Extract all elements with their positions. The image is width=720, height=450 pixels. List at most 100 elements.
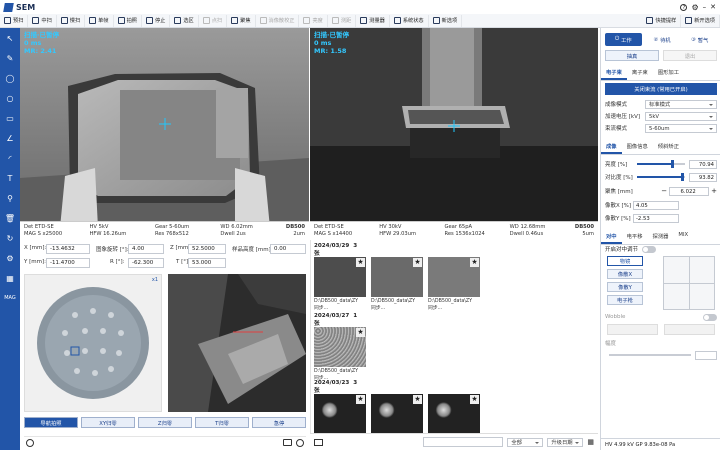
center-toggle[interactable] bbox=[642, 245, 657, 253]
mail-icon[interactable] bbox=[314, 438, 323, 446]
mode-button-2[interactable]: ③ 暂气 bbox=[682, 33, 718, 46]
t-field[interactable]: 53.000 bbox=[188, 258, 226, 268]
pointer-icon[interactable]: ↖ bbox=[0, 28, 20, 48]
alignment-pad[interactable] bbox=[663, 256, 715, 310]
gallery-thumbnail[interactable]: ★ bbox=[371, 257, 423, 297]
target-icon[interactable] bbox=[296, 438, 304, 447]
toolbar-button-8[interactable]: 聚焦 bbox=[227, 14, 256, 27]
tab-tabs3-3[interactable]: MIX bbox=[673, 230, 693, 244]
focus-minus-icon[interactable]: − bbox=[661, 187, 667, 195]
gallery-search[interactable] bbox=[423, 437, 504, 447]
favorite-star-icon[interactable]: ★ bbox=[470, 395, 479, 404]
tab-tabs2-1[interactable]: 图像信息 bbox=[622, 140, 653, 154]
favorite-star-icon[interactable]: ★ bbox=[356, 328, 365, 337]
favorite-star-icon[interactable]: ★ bbox=[413, 395, 422, 404]
stage-button-4[interactable]: 急停 bbox=[252, 417, 306, 428]
stigx-value[interactable]: 4.05 bbox=[633, 200, 679, 210]
stage-button-1[interactable]: XY归零 bbox=[81, 417, 135, 428]
tab-tabs3-1[interactable]: 电平移 bbox=[622, 230, 648, 244]
brightness-value[interactable]: 70.94 bbox=[689, 159, 717, 169]
area-icon[interactable]: ▭ bbox=[0, 108, 20, 128]
sem-viewer-1[interactable]: 扫描·已暂停 0 ms MR: 2.41 bbox=[20, 28, 309, 221]
gallery-thumbnail[interactable]: ★ bbox=[428, 257, 480, 297]
brightness-slider[interactable] bbox=[637, 160, 685, 168]
exit-button[interactable]: 退出 bbox=[663, 50, 717, 61]
toolbar-button-0[interactable]: 预扫 bbox=[0, 14, 29, 27]
stigy-value[interactable]: -2.53 bbox=[633, 213, 679, 223]
arc-icon[interactable]: ◜ bbox=[0, 148, 20, 168]
wobble-btn-1[interactable] bbox=[607, 324, 658, 335]
setting-select[interactable]: 5-60um bbox=[645, 123, 717, 133]
grid-icon[interactable]: ▦ bbox=[0, 268, 20, 288]
favorite-star-icon[interactable]: ★ bbox=[470, 258, 479, 267]
tab-tabs2-0[interactable]: 成像 bbox=[601, 140, 622, 154]
stage-button-2[interactable]: Z归零 bbox=[138, 417, 192, 428]
stage-button-3[interactable]: T归零 bbox=[195, 417, 249, 428]
toolbar-button-1[interactable]: 中扫 bbox=[28, 14, 57, 27]
toolbar-button-9[interactable]: 消像散校正 bbox=[256, 14, 300, 27]
gallery-thumbnail[interactable]: ★ bbox=[314, 394, 366, 434]
toolbar-right-button-1[interactable]: 新开选项 bbox=[681, 14, 720, 27]
favorite-star-icon[interactable]: ★ bbox=[413, 258, 422, 267]
close-icon[interactable]: ✕ bbox=[710, 3, 716, 11]
toolbar-button-6[interactable]: 选区 bbox=[170, 14, 199, 27]
toolbar-button-14[interactable]: 新选项 bbox=[429, 14, 463, 27]
gallery-thumbnail[interactable]: ★ bbox=[371, 394, 423, 434]
favorite-star-icon[interactable]: ★ bbox=[356, 258, 365, 267]
wobble-btn-2[interactable] bbox=[664, 324, 715, 335]
z-field[interactable]: 52.5000 bbox=[188, 244, 226, 254]
tilt-field[interactable]: 0.00 bbox=[270, 244, 306, 254]
stage-button-0[interactable]: 导航拍照 bbox=[24, 417, 78, 428]
settings-icon[interactable]: ⚙ bbox=[691, 3, 698, 12]
ellipse-icon[interactable]: ◯ bbox=[0, 68, 20, 88]
tab-tabs1-2[interactable]: 图形加工 bbox=[653, 66, 684, 80]
pump-button[interactable]: 抽真 bbox=[605, 50, 659, 61]
beam-toggle-button[interactable]: 关闭束流 (常用已开启) bbox=[605, 83, 717, 95]
toolbar-button-12[interactable]: 测量器 bbox=[356, 14, 390, 27]
minimize-icon[interactable]: – bbox=[703, 3, 707, 11]
compass-icon[interactable] bbox=[26, 438, 34, 447]
focus-plus-icon[interactable]: + bbox=[711, 187, 717, 195]
y-field[interactable]: -11.4700 bbox=[46, 258, 90, 268]
camera-icon[interactable] bbox=[283, 439, 292, 446]
toolbar-button-7[interactable]: 点扫 bbox=[199, 14, 228, 27]
amp-slider[interactable] bbox=[609, 354, 691, 356]
gallery-thumbnail[interactable]: ★ bbox=[314, 327, 366, 367]
navigation-camera[interactable]: x1 bbox=[24, 274, 162, 412]
tab-tabs3-2[interactable]: 探测器 bbox=[648, 230, 674, 244]
toolbar-button-10[interactable]: 亮度 bbox=[299, 14, 328, 27]
chamber-camera[interactable] bbox=[168, 274, 306, 412]
text-icon[interactable]: T bbox=[0, 168, 20, 188]
help-icon[interactable]: ? bbox=[680, 3, 688, 11]
rot-field[interactable]: 4.00 bbox=[128, 244, 164, 254]
tab-tabs1-0[interactable]: 电子束 bbox=[601, 66, 627, 80]
gallery-thumbnail[interactable]: ★ bbox=[428, 394, 480, 434]
gallery-sort[interactable]: 升级日期 bbox=[547, 437, 584, 447]
toolbar-button-4[interactable]: 拍照 bbox=[114, 14, 142, 27]
delete-icon[interactable]: 🗑 bbox=[0, 208, 20, 228]
center-button-1[interactable]: 像散X bbox=[607, 269, 643, 279]
center-button-3[interactable]: 电子枪 bbox=[607, 295, 643, 305]
gallery-filter[interactable]: 全部 bbox=[507, 437, 544, 447]
sem-viewer-2[interactable]: 扫描·已暂停 0 ms MR: 1.58 bbox=[310, 28, 598, 221]
amp-value[interactable] bbox=[695, 350, 717, 360]
gallery-thumbnail[interactable]: ★ bbox=[314, 257, 366, 297]
angle-icon[interactable]: ∠ bbox=[0, 128, 20, 148]
setting-select[interactable]: 标准模式 bbox=[645, 99, 717, 109]
tab-tabs2-2[interactable]: 倾斜矫正 bbox=[653, 140, 684, 154]
tab-tabs3-0[interactable]: 对中 bbox=[601, 230, 622, 244]
r-field[interactable]: -62.300 bbox=[128, 258, 164, 268]
toolbar-right-button-0[interactable]: 快捷提样 bbox=[642, 14, 682, 27]
contrast-slider[interactable] bbox=[637, 173, 685, 181]
x-field[interactable]: -13.4632 bbox=[46, 244, 90, 254]
toolbar-button-3[interactable]: 单帧 bbox=[85, 14, 114, 27]
circle-icon[interactable]: ○ bbox=[0, 88, 20, 108]
toolbar-button-5[interactable]: 停止 bbox=[142, 14, 171, 27]
toolbar-button-11[interactable]: 测距 bbox=[328, 14, 357, 27]
center-button-2[interactable]: 像散Y bbox=[607, 282, 643, 292]
toolbar-button-2[interactable]: 慢扫 bbox=[57, 14, 86, 27]
settings-icon[interactable]: ⚙ bbox=[0, 248, 20, 268]
ruler-icon[interactable]: ✎ bbox=[0, 48, 20, 68]
stamp-icon[interactable]: ⚲ bbox=[0, 188, 20, 208]
mag-icon[interactable]: MAG bbox=[0, 288, 20, 308]
